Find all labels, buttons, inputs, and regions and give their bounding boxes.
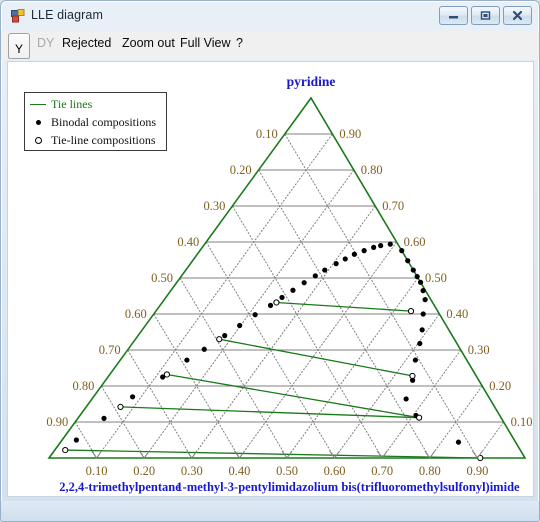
legend: Tie lines Binodal compositions Tie-line … (24, 92, 167, 151)
legend-tie-line-icon (25, 104, 51, 105)
binodal-point (420, 288, 426, 294)
title-bar[interactable]: LLE diagram (1, 1, 539, 31)
binodal-point (252, 312, 258, 318)
binodal-point (417, 340, 423, 347)
right-axis-tick-label: 0.80 (361, 163, 383, 177)
tie-line-point (416, 414, 423, 421)
binodal-point (387, 241, 393, 247)
window-title: LLE diagram (31, 8, 103, 22)
binodal-point (279, 294, 285, 301)
minimize-button[interactable] (439, 6, 468, 25)
binodal-point (419, 327, 425, 333)
close-button[interactable] (503, 6, 532, 25)
binodal-point (101, 415, 107, 421)
binodal-point (201, 346, 207, 352)
right-axis-tick-label: 0.30 (468, 343, 490, 357)
left-axis-tick-label: 0.50 (151, 271, 173, 285)
tie-line-point (163, 371, 171, 378)
binodal-point (322, 267, 328, 273)
left-axis-tick-label: 0.60 (125, 307, 147, 321)
bottom-axis-tick-label: 0.70 (371, 464, 393, 478)
tie-line-point (273, 299, 280, 306)
binodal-point (351, 251, 357, 257)
binodal-point (414, 273, 420, 280)
right-axis-tick-label: 0.50 (425, 271, 447, 285)
left-axis-tick-label: 0.70 (99, 343, 121, 357)
bottom-axis-tick-label: 0.50 (276, 464, 298, 478)
maximize-button[interactable] (471, 6, 500, 25)
right-axis-tick-label: 0.20 (489, 379, 511, 393)
binodal-point (417, 279, 424, 285)
binodal-point (129, 394, 136, 400)
binodal-point (422, 297, 428, 303)
binodal-point (361, 248, 367, 254)
binodal-point (222, 333, 228, 339)
binodal-point (184, 357, 190, 363)
right-axis-tick-label: 0.90 (339, 127, 361, 141)
binodal-point (267, 302, 274, 308)
legend-label-binodal: Binodal compositions (51, 115, 156, 129)
tie-line-point (117, 403, 124, 410)
menu-toggle-y[interactable]: Y (8, 33, 30, 59)
binodal-point (420, 311, 426, 317)
binodal-point (403, 396, 409, 402)
tie-line-point (216, 336, 223, 343)
binodal-point (455, 439, 462, 445)
ternary-diagram-canvas[interactable]: 0.10 0.20 0.30 0.40 0.50 0.60 0.70 0.80 0.90 0.90… (7, 61, 534, 497)
menu-item-help[interactable]: ? (236, 36, 243, 50)
menu-item-zoom-out[interactable]: Zoom out (122, 36, 175, 50)
lle-diagram-window: LLE diagram Y DY Rejected Zoom out Full (0, 0, 540, 522)
bottom-axis-tick-label: 0.30 (181, 464, 203, 478)
binodal-point (333, 261, 339, 267)
binodal-point (290, 287, 296, 293)
menu-item-dy[interactable]: DY (37, 36, 54, 50)
left-axis-tick-label: 0.90 (46, 415, 68, 429)
menu-bar: Y DY Rejected Zoom out Full View ? (1, 31, 539, 60)
bottom-axis-tick-label: 0.90 (466, 464, 488, 478)
binodal-point (410, 267, 416, 273)
tie-line-point (407, 308, 415, 315)
tie-line-points-group (62, 299, 484, 462)
right-axis-tick-label: 0.40 (446, 307, 468, 321)
apex-label-pyridine: pyridine (287, 74, 336, 89)
tie-line-point (409, 372, 416, 380)
window-controls (439, 6, 532, 25)
right-axis-tick-label: 0.60 (404, 235, 426, 249)
left-axis-tick-label: 0.40 (177, 235, 199, 249)
menu-item-full-view[interactable]: Full View (180, 36, 230, 50)
binodal-point (405, 258, 411, 264)
left-axis-tick-label: 0.80 (73, 379, 95, 393)
right-corner-label: 1-methyl-3-pentylimidazolium bis(trifluo… (176, 480, 520, 494)
status-bar (1, 501, 539, 521)
legend-label-tieline-comp: Tie-line compositions (51, 133, 156, 147)
binodal-point (378, 243, 384, 249)
bottom-axis-tick-label: 0.20 (133, 464, 155, 478)
bottom-axis-tick-mark (329, 450, 341, 459)
left-axis-tick-label: 0.30 (204, 199, 226, 213)
binodal-point (312, 273, 318, 279)
grid-lines (74, 133, 505, 459)
left-axis-tick-label: 0.10 (256, 127, 278, 141)
app-window-icon (11, 9, 25, 23)
bottom-axis-tick-label: 0.10 (86, 464, 108, 478)
legend-binodal-icon (25, 120, 51, 125)
right-axis-tick-label: 0.10 (511, 415, 533, 429)
binodal-point (371, 244, 377, 250)
binodal-point (237, 322, 243, 329)
binodal-point (342, 256, 348, 262)
bottom-axis-tick-label: 0.80 (419, 464, 441, 478)
left-axis-tick-label: 0.20 (230, 163, 252, 177)
tie-line-point (62, 446, 69, 454)
legend-label-tie-lines: Tie lines (51, 97, 93, 111)
right-axis-tick-label: 0.70 (382, 199, 404, 213)
left-corner-label: 2,2,4-trimethylpentane (59, 480, 181, 494)
bottom-axis-tick-label: 0.60 (324, 464, 346, 478)
binodal-point (73, 437, 79, 443)
bottom-axis-tick-label: 0.40 (228, 464, 250, 478)
binodal-point (412, 357, 418, 363)
legend-tieline-comp-icon (25, 137, 51, 144)
binodal-point (301, 280, 307, 286)
menu-item-rejected[interactable]: Rejected (62, 36, 111, 50)
